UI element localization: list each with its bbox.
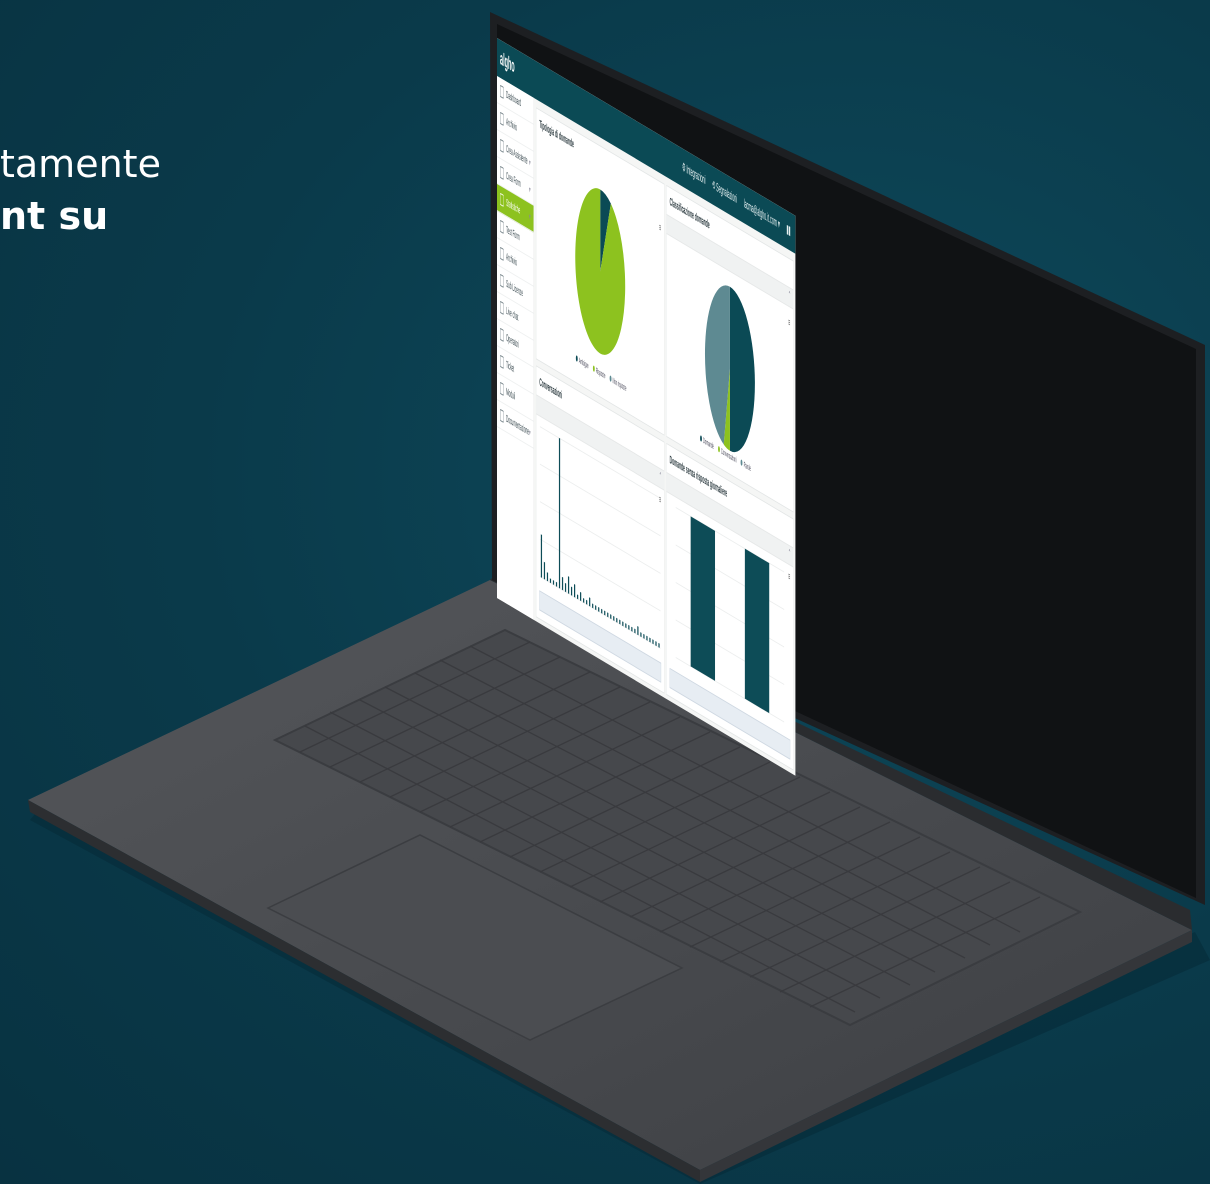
bar[interactable] <box>649 637 651 643</box>
menu-icon[interactable]: ≡ <box>659 494 661 507</box>
bar[interactable] <box>558 437 561 589</box>
bar[interactable] <box>601 608 603 614</box>
signals-link[interactable]: ⟲ Segnalazioni <box>712 177 737 206</box>
sidebar-item-label: Dashboard <box>506 88 522 109</box>
form-icon <box>500 165 504 180</box>
bar[interactable] <box>634 628 636 634</box>
chevron-down-icon[interactable]: ▾ <box>529 211 530 223</box>
check-icon <box>500 192 504 207</box>
bar[interactable] <box>690 516 716 681</box>
sidebar-item-label: Operatori <box>506 331 519 351</box>
bar[interactable] <box>589 597 591 607</box>
bar[interactable] <box>564 582 567 593</box>
bar[interactable] <box>610 614 612 620</box>
operator-icon <box>500 327 504 342</box>
chevron-down-icon[interactable]: ▾ <box>529 184 530 196</box>
sidebar-item-label: Statistiche <box>506 196 521 217</box>
pie-slice-risposte[interactable] <box>575 175 626 369</box>
folder-icon <box>500 111 504 126</box>
sidebar-item-label: Sub Licenze <box>506 277 523 299</box>
bar[interactable] <box>622 621 624 627</box>
chevron-down-icon[interactable]: ▾ <box>529 157 530 169</box>
logo-text: algho <box>500 47 515 77</box>
pie-slice-domande[interactable] <box>729 286 755 466</box>
bar[interactable] <box>573 584 576 598</box>
users-icon <box>500 273 504 288</box>
sidebar-item-label: Crea Form <box>506 169 521 190</box>
sidebar-item-label: Archivio <box>506 250 517 269</box>
bar[interactable] <box>543 561 546 580</box>
sidebar-item-label: Moduli <box>506 385 516 403</box>
flag-icon[interactable]: ▮▮ <box>787 221 791 237</box>
bar[interactable] <box>577 594 579 600</box>
gridline <box>539 501 661 574</box>
bar[interactable] <box>552 580 555 586</box>
grid-icon <box>500 84 504 99</box>
bar[interactable] <box>625 623 627 629</box>
bar[interactable] <box>546 572 549 582</box>
bar[interactable] <box>631 626 633 632</box>
bar[interactable] <box>598 606 600 612</box>
clipboard-icon <box>500 219 504 234</box>
menu-icon[interactable]: ≡ <box>788 317 790 330</box>
bar[interactable] <box>616 617 618 623</box>
menu-icon[interactable]: ≡ <box>788 571 790 584</box>
bar[interactable] <box>613 615 615 621</box>
bar[interactable] <box>744 548 770 714</box>
bar[interactable] <box>637 626 639 636</box>
bar[interactable] <box>586 599 588 605</box>
gridline <box>539 538 661 612</box>
bar[interactable] <box>604 610 606 616</box>
bar[interactable] <box>655 641 657 647</box>
menu-icon[interactable]: ≡ <box>659 222 661 235</box>
bar[interactable] <box>646 635 648 641</box>
bar[interactable] <box>570 586 573 596</box>
sidebar-item-label: Archivio <box>506 115 517 134</box>
sidebar-item-label: Ticket <box>506 358 515 375</box>
chevron-down-icon[interactable]: ▾ <box>529 427 530 439</box>
bar[interactable] <box>628 624 630 630</box>
bar[interactable] <box>592 603 594 609</box>
bar[interactable] <box>658 642 660 648</box>
sidebar-item-label: Crea Assistente <box>506 142 528 167</box>
bar[interactable] <box>652 639 654 645</box>
sidebar-item-label: Live chat <box>506 304 519 324</box>
bar[interactable] <box>549 578 552 584</box>
bar[interactable] <box>580 591 582 602</box>
book-icon <box>500 408 504 423</box>
ticket-icon <box>500 354 504 369</box>
bar[interactable] <box>607 612 609 618</box>
headset-icon <box>500 300 504 315</box>
collapse-icon[interactable]: ⌃ <box>788 290 791 303</box>
bar[interactable] <box>595 605 597 611</box>
algho-logo[interactable]: algho <box>500 48 515 78</box>
bar[interactable] <box>640 632 642 638</box>
sidebar-item-label: Test Form <box>506 223 520 244</box>
modules-icon <box>500 381 504 396</box>
bar[interactable] <box>561 576 564 591</box>
box-icon <box>500 246 504 261</box>
integrations-link[interactable]: ⚙ Integrazioni <box>682 159 705 187</box>
collapse-icon[interactable]: ⌃ <box>788 548 791 561</box>
bar[interactable] <box>540 534 543 578</box>
integrations-label: Integrazioni <box>686 161 706 188</box>
bar[interactable] <box>583 597 585 603</box>
bar[interactable] <box>567 576 570 595</box>
sidebar: Dashboard Archivio Crea Assistente ▾ Crea Fo… <box>497 76 534 620</box>
user-icon <box>500 138 504 153</box>
bar[interactable] <box>555 581 558 587</box>
sidebar-item-label: Documentazione <box>506 412 529 438</box>
bar[interactable] <box>619 619 621 625</box>
collapse-icon[interactable]: ⌃ <box>659 471 662 484</box>
user-label: lacma@algho.it.com <box>743 196 777 230</box>
signals-label: Segnalazioni <box>716 179 738 207</box>
bar[interactable] <box>643 633 645 639</box>
